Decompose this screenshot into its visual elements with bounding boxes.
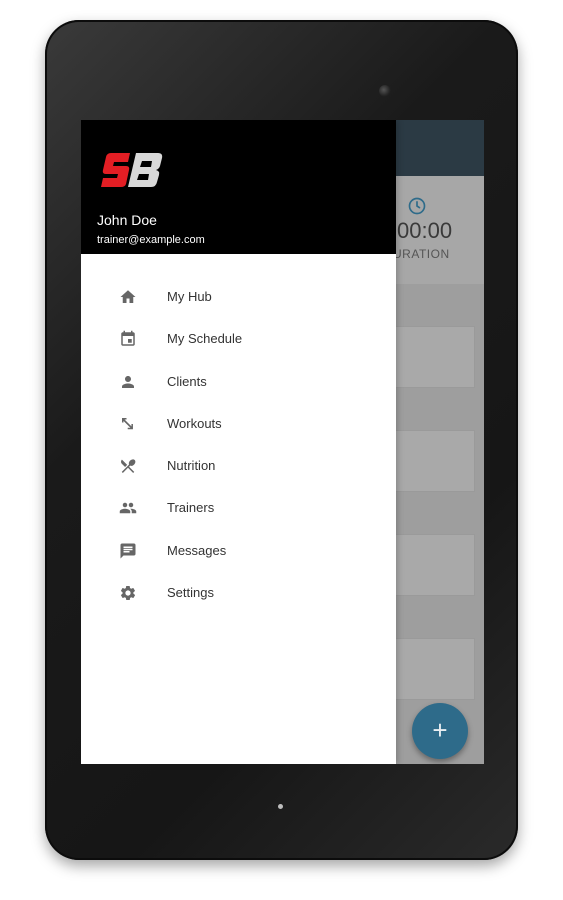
message-icon — [119, 542, 137, 560]
drawer-menu: My Hub My Schedule Clients Workouts Nutr… — [81, 276, 396, 614]
tablet-device: 00:00 URATION + John Doe trainer@example… — [45, 20, 518, 860]
menu-item-label: Trainers — [167, 500, 215, 516]
menu-item-messages[interactable]: Messages — [81, 530, 396, 572]
clock-icon — [408, 197, 426, 215]
user-name: John Doe — [97, 212, 157, 228]
duration-label: URATION — [393, 247, 450, 261]
menu-item-workouts[interactable]: Workouts — [81, 403, 396, 445]
add-fab-button[interactable]: + — [412, 703, 468, 759]
menu-item-label: Messages — [167, 542, 227, 558]
menu-item-clients[interactable]: Clients — [81, 361, 396, 403]
front-camera — [379, 85, 391, 97]
person-icon — [119, 373, 137, 391]
home-indicator — [278, 804, 283, 809]
menu-item-my-hub[interactable]: My Hub — [81, 276, 396, 318]
menu-item-label: My Schedule — [167, 331, 243, 347]
screen: 00:00 URATION + John Doe trainer@example… — [81, 120, 484, 764]
navigation-drawer: John Doe trainer@example.com My Hub My S… — [81, 120, 396, 764]
user-email: trainer@example.com — [97, 234, 205, 246]
menu-item-label: Nutrition — [167, 458, 216, 474]
menu-item-my-schedule[interactable]: My Schedule — [81, 318, 396, 360]
menu-item-settings[interactable]: Settings — [81, 572, 396, 614]
menu-item-nutrition[interactable]: Nutrition — [81, 445, 396, 487]
menu-item-label: Settings — [167, 585, 214, 601]
menu-item-label: My Hub — [167, 289, 212, 304]
drawer-header: John Doe trainer@example.com — [81, 120, 396, 254]
menu-item-label: Workouts — [167, 415, 222, 431]
people-icon — [119, 499, 137, 517]
arrows-diagonal-icon — [119, 415, 137, 433]
sb-logo — [101, 153, 163, 187]
menu-item-trainers[interactable]: Trainers — [81, 487, 396, 529]
duration-value: 00:00 — [397, 218, 453, 243]
calendar-icon — [119, 330, 137, 348]
gear-icon — [119, 584, 137, 602]
home-icon — [119, 288, 137, 306]
menu-item-label: Clients — [167, 373, 207, 389]
utensils-icon — [119, 457, 137, 475]
